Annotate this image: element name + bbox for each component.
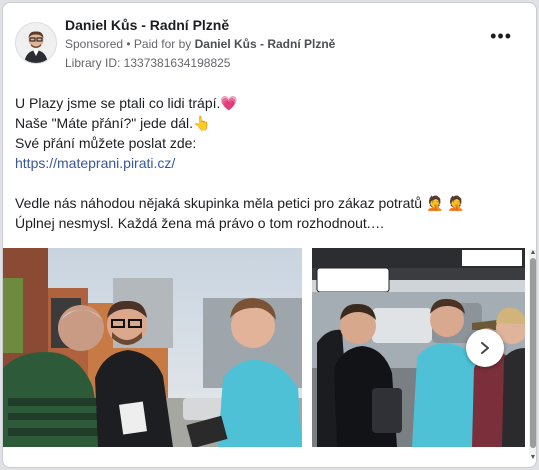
heart-emoji: 💗	[220, 95, 238, 111]
page-name[interactable]: Daniel Kůs - Radní Plzně	[65, 17, 229, 33]
carousel-next-button[interactable]	[466, 329, 504, 367]
carousel-photo-1[interactable]	[3, 248, 302, 447]
scroll-down-arrow-icon[interactable]: ▼	[529, 454, 536, 462]
mateprani-link[interactable]: https://mateprani.pirati.cz/	[15, 155, 175, 171]
text-line: Naše "Máte přání?" jede dál.👆	[15, 115, 211, 131]
facepalm-emoji: 🤦 🤦	[425, 195, 465, 211]
page-avatar[interactable]	[15, 22, 57, 64]
text-line: Vedle nás náhodou nějaká skupinka měla p…	[15, 195, 465, 211]
text-line: Své přání můžete poslat zde:	[15, 135, 197, 151]
paid-for-by[interactable]: Daniel Kůs - Radní Plzně	[195, 37, 336, 51]
sponsored-line: Sponsored • Paid for by Daniel Kůs - Rad…	[65, 37, 335, 51]
text-line: Úplnej nesmysl. Každá žena má právo o to…	[15, 215, 385, 231]
post-text: U Plazy jsme se ptali co lidi trápí.💗 Na…	[15, 93, 465, 233]
text-line: U Plazy jsme se ptali co lidi trápí.💗	[15, 95, 238, 111]
scrollbar-thumb[interactable]	[530, 258, 536, 448]
ad-card: Daniel Kůs - Radní Plzně Sponsored • Pai…	[2, 2, 537, 468]
paid-for-prefix: • Paid for by	[126, 37, 192, 51]
scroll-up-arrow-icon[interactable]: ▲	[529, 249, 536, 257]
library-id: Library ID: 1337381634198825	[65, 56, 231, 70]
pointing-hand-emoji: 👆	[193, 115, 211, 131]
sponsored-label: Sponsored	[65, 37, 124, 51]
more-options-icon[interactable]: •••	[490, 27, 512, 45]
chevron-right-icon	[481, 342, 489, 354]
